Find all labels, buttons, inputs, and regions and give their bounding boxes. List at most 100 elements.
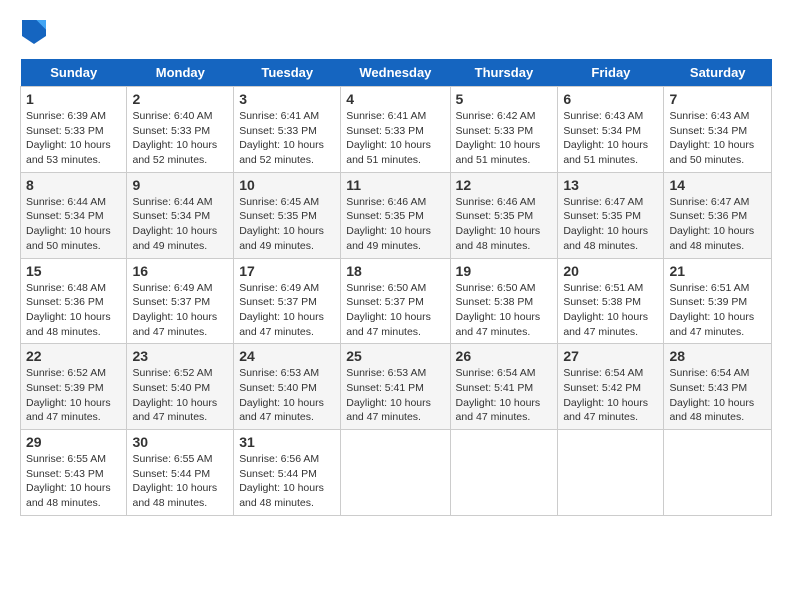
calendar-cell: 27 Sunrise: 6:54 AM Sunset: 5:42 PM Dayli… bbox=[558, 344, 664, 430]
calendar-cell: 17 Sunrise: 6:49 AM Sunset: 5:37 PM Dayli… bbox=[234, 258, 341, 344]
calendar-cell: 6 Sunrise: 6:43 AM Sunset: 5:34 PM Daylig… bbox=[558, 87, 664, 173]
calendar-cell bbox=[450, 430, 558, 516]
calendar-cell: 15 Sunrise: 6:48 AM Sunset: 5:36 PM Dayli… bbox=[21, 258, 127, 344]
logo bbox=[20, 20, 50, 49]
day-number: 10 bbox=[239, 177, 335, 193]
day-number: 11 bbox=[346, 177, 444, 193]
day-info: Sunrise: 6:45 AM Sunset: 5:35 PM Dayligh… bbox=[239, 195, 335, 254]
day-number: 29 bbox=[26, 434, 121, 450]
day-number: 6 bbox=[563, 91, 658, 107]
day-info: Sunrise: 6:54 AM Sunset: 5:41 PM Dayligh… bbox=[456, 366, 553, 425]
day-number: 30 bbox=[132, 434, 228, 450]
day-header-friday: Friday bbox=[558, 59, 664, 87]
day-number: 1 bbox=[26, 91, 121, 107]
day-number: 18 bbox=[346, 263, 444, 279]
day-info: Sunrise: 6:53 AM Sunset: 5:41 PM Dayligh… bbox=[346, 366, 444, 425]
calendar-cell: 12 Sunrise: 6:46 AM Sunset: 5:35 PM Dayli… bbox=[450, 172, 558, 258]
day-number: 13 bbox=[563, 177, 658, 193]
day-info: Sunrise: 6:43 AM Sunset: 5:34 PM Dayligh… bbox=[669, 109, 766, 168]
calendar-cell: 7 Sunrise: 6:43 AM Sunset: 5:34 PM Daylig… bbox=[664, 87, 772, 173]
day-info: Sunrise: 6:47 AM Sunset: 5:35 PM Dayligh… bbox=[563, 195, 658, 254]
day-number: 28 bbox=[669, 348, 766, 364]
week-row-5: 29Sunrise: 6:55 AM Sunset: 5:43 PM Dayli… bbox=[21, 430, 772, 516]
day-info: Sunrise: 6:51 AM Sunset: 5:38 PM Dayligh… bbox=[563, 281, 658, 340]
calendar-cell: 18 Sunrise: 6:50 AM Sunset: 5:37 PM Dayli… bbox=[341, 258, 450, 344]
calendar-cell: 26 Sunrise: 6:54 AM Sunset: 5:41 PM Dayli… bbox=[450, 344, 558, 430]
day-info: Sunrise: 6:53 AM Sunset: 5:40 PM Dayligh… bbox=[239, 366, 335, 425]
day-number: 31 bbox=[239, 434, 335, 450]
calendar-cell: 25 Sunrise: 6:53 AM Sunset: 5:41 PM Dayli… bbox=[341, 344, 450, 430]
day-info: Sunrise: 6:43 AM Sunset: 5:34 PM Dayligh… bbox=[563, 109, 658, 168]
day-number: 15 bbox=[26, 263, 121, 279]
day-info: Sunrise: 6:44 AM Sunset: 5:34 PM Dayligh… bbox=[132, 195, 228, 254]
day-header-tuesday: Tuesday bbox=[234, 59, 341, 87]
calendar-cell bbox=[558, 430, 664, 516]
day-number: 19 bbox=[456, 263, 553, 279]
day-info: Sunrise: 6:41 AM Sunset: 5:33 PM Dayligh… bbox=[346, 109, 444, 168]
day-number: 21 bbox=[669, 263, 766, 279]
day-number: 4 bbox=[346, 91, 444, 107]
day-header-monday: Monday bbox=[127, 59, 234, 87]
calendar-cell: 2 Sunrise: 6:40 AM Sunset: 5:33 PM Daylig… bbox=[127, 87, 234, 173]
calendar-cell: 24Sunrise: 6:53 AM Sunset: 5:40 PM Dayli… bbox=[234, 344, 341, 430]
day-info: Sunrise: 6:41 AM Sunset: 5:33 PM Dayligh… bbox=[239, 109, 335, 168]
calendar-table: SundayMondayTuesdayWednesdayThursdayFrid… bbox=[20, 59, 772, 516]
day-number: 17 bbox=[239, 263, 335, 279]
day-number: 20 bbox=[563, 263, 658, 279]
day-header-thursday: Thursday bbox=[450, 59, 558, 87]
calendar-cell: 5Sunrise: 6:42 AM Sunset: 5:33 PM Daylig… bbox=[450, 87, 558, 173]
calendar-cell: 13 Sunrise: 6:47 AM Sunset: 5:35 PM Dayli… bbox=[558, 172, 664, 258]
day-header-saturday: Saturday bbox=[664, 59, 772, 87]
calendar-cell bbox=[341, 430, 450, 516]
day-number: 25 bbox=[346, 348, 444, 364]
calendar-cell: 9 Sunrise: 6:44 AM Sunset: 5:34 PM Daylig… bbox=[127, 172, 234, 258]
day-number: 7 bbox=[669, 91, 766, 107]
calendar-cell: 4 Sunrise: 6:41 AM Sunset: 5:33 PM Daylig… bbox=[341, 87, 450, 173]
day-number: 9 bbox=[132, 177, 228, 193]
day-info: Sunrise: 6:54 AM Sunset: 5:43 PM Dayligh… bbox=[669, 366, 766, 425]
day-number: 14 bbox=[669, 177, 766, 193]
calendar-cell: 28 Sunrise: 6:54 AM Sunset: 5:43 PM Dayli… bbox=[664, 344, 772, 430]
calendar-cell: 3Sunrise: 6:41 AM Sunset: 5:33 PM Daylig… bbox=[234, 87, 341, 173]
day-number: 12 bbox=[456, 177, 553, 193]
day-info: Sunrise: 6:50 AM Sunset: 5:38 PM Dayligh… bbox=[456, 281, 553, 340]
day-info: Sunrise: 6:56 AM Sunset: 5:44 PM Dayligh… bbox=[239, 452, 335, 511]
day-header-sunday: Sunday bbox=[21, 59, 127, 87]
day-info: Sunrise: 6:39 AM Sunset: 5:33 PM Dayligh… bbox=[26, 109, 121, 168]
day-number: 8 bbox=[26, 177, 121, 193]
day-info: Sunrise: 6:40 AM Sunset: 5:33 PM Dayligh… bbox=[132, 109, 228, 168]
day-number: 22 bbox=[26, 348, 121, 364]
day-info: Sunrise: 6:49 AM Sunset: 5:37 PM Dayligh… bbox=[239, 281, 335, 340]
day-info: Sunrise: 6:54 AM Sunset: 5:42 PM Dayligh… bbox=[563, 366, 658, 425]
calendar-cell: 19 Sunrise: 6:50 AM Sunset: 5:38 PM Dayli… bbox=[450, 258, 558, 344]
calendar-cell: 30 Sunrise: 6:55 AM Sunset: 5:44 PM Dayli… bbox=[127, 430, 234, 516]
calendar-cell bbox=[664, 430, 772, 516]
day-number: 2 bbox=[132, 91, 228, 107]
calendar-cell: 1 Sunrise: 6:39 AM Sunset: 5:33 PM Daylig… bbox=[21, 87, 127, 173]
day-info: Sunrise: 6:46 AM Sunset: 5:35 PM Dayligh… bbox=[456, 195, 553, 254]
day-number: 5 bbox=[456, 91, 553, 107]
calendar-cell: 8 Sunrise: 6:44 AM Sunset: 5:34 PM Daylig… bbox=[21, 172, 127, 258]
day-info: Sunrise: 6:46 AM Sunset: 5:35 PM Dayligh… bbox=[346, 195, 444, 254]
day-info: Sunrise: 6:47 AM Sunset: 5:36 PM Dayligh… bbox=[669, 195, 766, 254]
calendar-cell: 23 Sunrise: 6:52 AM Sunset: 5:40 PM Dayli… bbox=[127, 344, 234, 430]
calendar-cell: 20 Sunrise: 6:51 AM Sunset: 5:38 PM Dayli… bbox=[558, 258, 664, 344]
day-info: Sunrise: 6:51 AM Sunset: 5:39 PM Dayligh… bbox=[669, 281, 766, 340]
day-number: 27 bbox=[563, 348, 658, 364]
day-info: Sunrise: 6:55 AM Sunset: 5:44 PM Dayligh… bbox=[132, 452, 228, 511]
day-info: Sunrise: 6:48 AM Sunset: 5:36 PM Dayligh… bbox=[26, 281, 121, 340]
day-header-row: SundayMondayTuesdayWednesdayThursdayFrid… bbox=[21, 59, 772, 87]
day-number: 26 bbox=[456, 348, 553, 364]
day-number: 23 bbox=[132, 348, 228, 364]
calendar-cell: 21 Sunrise: 6:51 AM Sunset: 5:39 PM Dayli… bbox=[664, 258, 772, 344]
calendar-cell: 31 Sunrise: 6:56 AM Sunset: 5:44 PM Dayli… bbox=[234, 430, 341, 516]
day-info: Sunrise: 6:44 AM Sunset: 5:34 PM Dayligh… bbox=[26, 195, 121, 254]
page-header bbox=[20, 20, 772, 49]
calendar-cell: 16 Sunrise: 6:49 AM Sunset: 5:37 PM Dayli… bbox=[127, 258, 234, 344]
day-info: Sunrise: 6:50 AM Sunset: 5:37 PM Dayligh… bbox=[346, 281, 444, 340]
calendar-cell: 14 Sunrise: 6:47 AM Sunset: 5:36 PM Dayli… bbox=[664, 172, 772, 258]
day-number: 16 bbox=[132, 263, 228, 279]
day-info: Sunrise: 6:52 AM Sunset: 5:40 PM Dayligh… bbox=[132, 366, 228, 425]
week-row-2: 8 Sunrise: 6:44 AM Sunset: 5:34 PM Daylig… bbox=[21, 172, 772, 258]
day-info: Sunrise: 6:49 AM Sunset: 5:37 PM Dayligh… bbox=[132, 281, 228, 340]
